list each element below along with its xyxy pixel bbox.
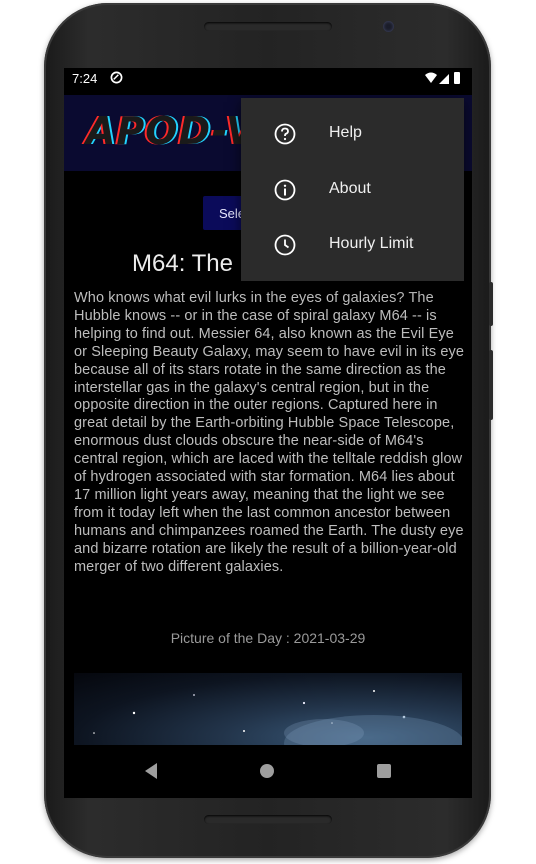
status-icons: [425, 72, 460, 84]
battery-icon: [454, 72, 460, 84]
status-time: 7:24: [72, 71, 98, 86]
device-screen: 7:24 APOD-V Sele M64: The Who knows what…: [64, 68, 472, 798]
picture-date: Picture of the Day : 2021-03-29: [170, 630, 366, 646]
article-title: M64: The: [132, 250, 233, 277]
recents-icon[interactable]: [377, 764, 391, 778]
apod-image[interactable]: [74, 673, 462, 745]
menu-item-help[interactable]: Help: [241, 106, 464, 162]
help-circle-icon: [274, 123, 296, 145]
sync-status-icon: [110, 71, 123, 84]
bottom-speaker: [204, 815, 332, 824]
overflow-menu: Help About Hourly Limit: [241, 98, 464, 281]
menu-item-hourly-limit[interactable]: Hourly Limit: [241, 217, 464, 273]
article-explanation: Who knows what evil lurks in the eyes of…: [74, 290, 465, 575]
status-bar: 7:24: [64, 68, 472, 88]
system-nav-bar: [64, 745, 472, 798]
power-button: [489, 350, 493, 420]
volume-button: [489, 282, 493, 326]
menu-label-hourly-limit: Hourly Limit: [329, 235, 414, 252]
info-circle-icon: [274, 179, 296, 201]
top-speaker: [204, 22, 332, 31]
wifi-icon: [425, 72, 437, 83]
back-icon[interactable]: [142, 761, 162, 781]
clock-icon: [274, 234, 296, 256]
menu-label-about: About: [329, 180, 371, 197]
home-icon[interactable]: [260, 764, 274, 778]
signal-icon: [439, 74, 449, 84]
starfield: [93, 690, 462, 745]
banner-logo-text: APOD-V: [86, 109, 257, 153]
menu-label-help: Help: [329, 124, 362, 141]
front-camera: [383, 21, 394, 32]
menu-item-about[interactable]: About: [241, 162, 464, 218]
